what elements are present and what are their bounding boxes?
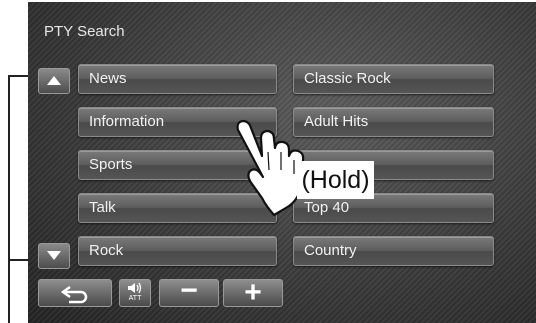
pty-item-label: Country [304, 242, 357, 259]
arrow-down-icon [47, 251, 61, 260]
pty-item-label: Sports [89, 156, 133, 173]
back-arrow-icon [60, 285, 88, 304]
pty-item-news[interactable]: News [78, 64, 277, 94]
plus-icon: + [244, 276, 262, 309]
pty-item-country[interactable]: Country [293, 236, 494, 266]
minus-icon: − [180, 274, 198, 307]
volume-up-button[interactable]: + [223, 276, 283, 309]
scroll-up-button[interactable] [38, 68, 70, 94]
pty-item-classic-rock[interactable]: Classic Rock [293, 64, 494, 94]
att-label: ATT [128, 295, 142, 302]
pty-item-label: News [89, 70, 127, 87]
pty-item-label: Talk [89, 199, 116, 216]
pty-item-label: Rock [89, 242, 124, 259]
back-button[interactable] [38, 279, 112, 307]
volume-down-button[interactable]: − [159, 276, 219, 307]
att-button[interactable]: ATT [119, 279, 151, 307]
pty-item-rock[interactable]: Rock [78, 236, 277, 266]
scroll-down-button[interactable] [38, 243, 70, 269]
pty-item-label: Classic Rock [304, 70, 391, 87]
page-title: PTY Search [44, 23, 125, 40]
pty-item-label: Information [89, 113, 165, 130]
speaker-icon [128, 282, 142, 294]
arrow-up-icon [47, 76, 61, 85]
hold-annotation: (Hold) [297, 161, 374, 199]
callout-bracket-vertical [8, 75, 10, 323]
